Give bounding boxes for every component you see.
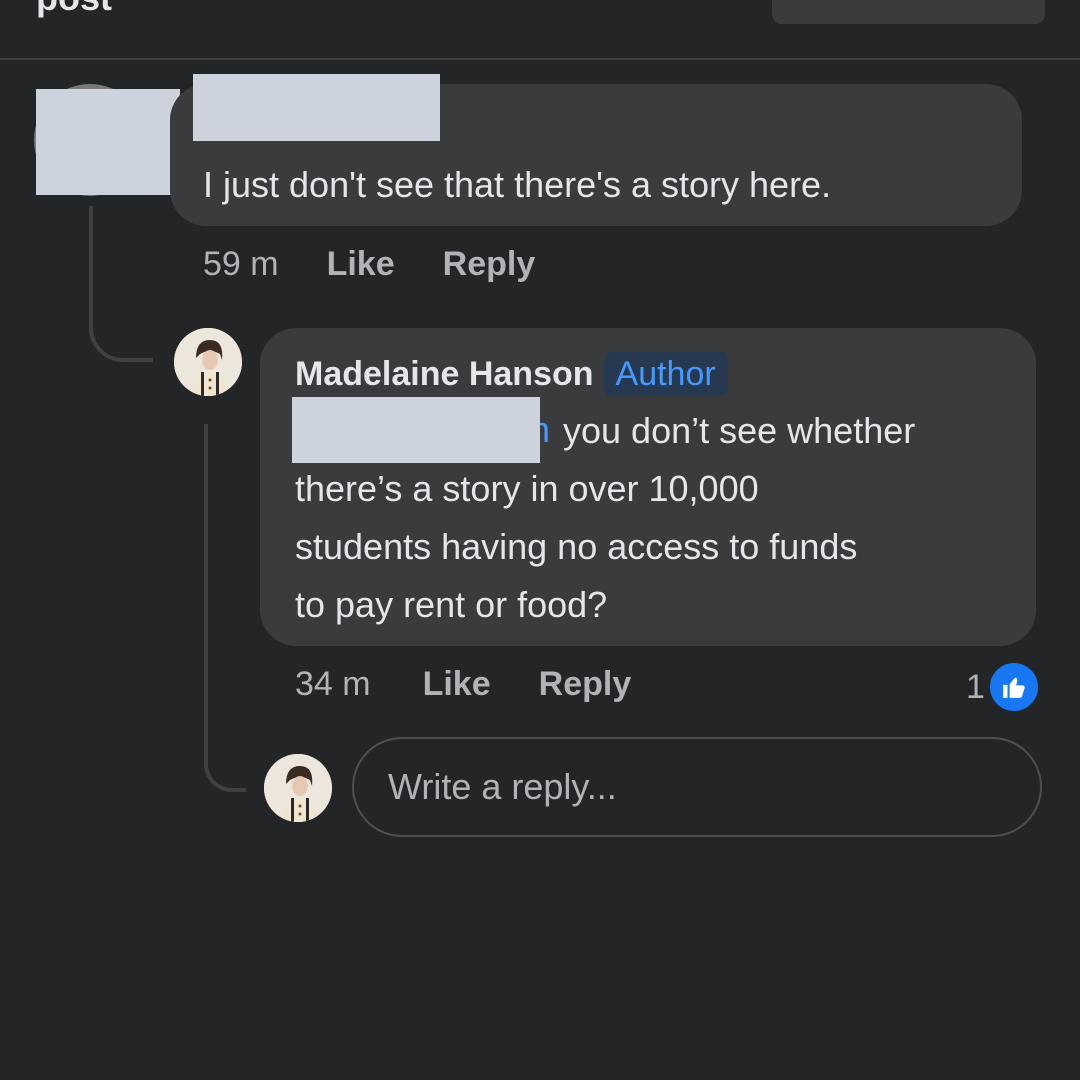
comment-text: I just don't see that there's a story he… [203,164,832,205]
profile-photo-icon [174,328,242,396]
write-reply-input[interactable] [352,737,1042,837]
reply-text-line: students having no access to funds [295,526,858,567]
author-badge: Author [603,352,728,396]
reply-text-line: you don’t see whether [563,410,916,451]
redacted-commenter-name [193,74,440,141]
header-divider [0,58,1080,60]
reply-connector-line [204,424,246,792]
reply-header: Madelaine Hanson Author [295,352,728,396]
redaction-box [36,89,180,195]
thread-connector-line [89,206,153,362]
thumbs-up-icon [1003,677,1025,698]
comment-timestamp[interactable]: 59 m [203,242,279,286]
reply-text: you don’t see whether there’s a story in… [295,402,1015,634]
current-user-avatar [264,754,332,822]
profile-photo-icon [264,754,332,822]
like-icon [986,660,1041,714]
reply-text-line: to pay rent or food? [295,584,608,625]
reaction-summary[interactable]: 1 [966,660,1041,714]
author-avatar[interactable] [174,328,242,396]
reply-reply-button[interactable]: Reply [539,662,632,706]
comment-thread-screen: post I just don't see that there's a sto… [0,0,1080,1080]
reply-like-button[interactable]: Like [423,662,491,706]
comment-actions: 59 m Like Reply [203,242,583,286]
reply-button[interactable]: Reply [443,242,536,286]
author-name-link[interactable]: Madelaine Hanson [295,353,594,395]
top-action-button[interactable] [772,0,1045,24]
reply-text-line: there’s a story in over 10,000 [295,468,759,509]
reaction-count: 1 [966,668,985,706]
reply-timestamp[interactable]: 34 m [295,662,371,706]
post-header-label: post [36,0,112,18]
like-button[interactable]: Like [327,242,395,286]
reply-actions: 34 m Like Reply [295,662,679,706]
